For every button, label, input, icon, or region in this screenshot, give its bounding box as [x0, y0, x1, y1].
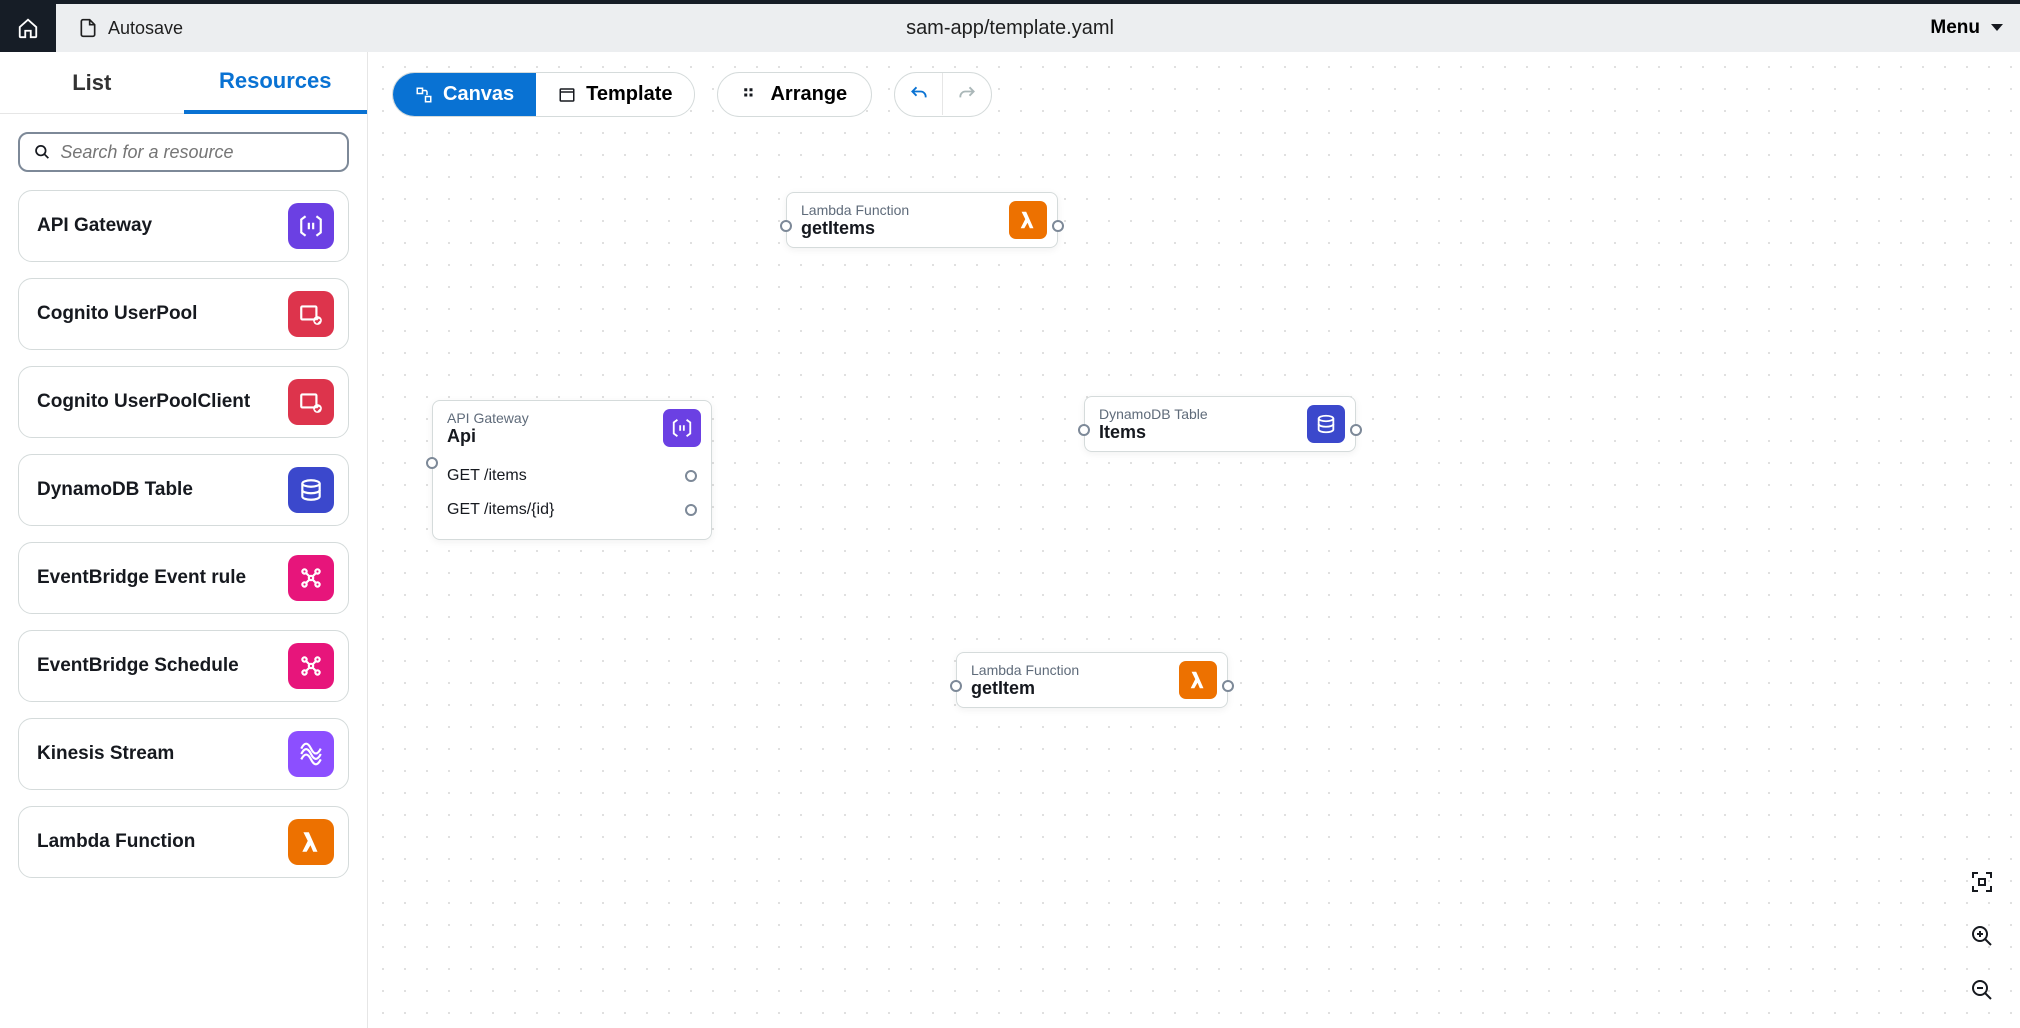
resource-item[interactable]: Cognito UserPoolClient: [18, 366, 349, 438]
zoom-in-button[interactable]: [1964, 918, 2000, 954]
resource-label: Cognito UserPoolClient: [37, 391, 250, 413]
home-button[interactable]: [0, 4, 56, 52]
node-type: DynamoDB Table: [1099, 406, 1295, 422]
api-route[interactable]: GET /items/{id}: [447, 493, 697, 527]
resource-item[interactable]: EventBridge Schedule: [18, 630, 349, 702]
canvas-tab-button[interactable]: Canvas: [393, 73, 536, 116]
resource-icon: [288, 819, 334, 865]
resource-label: EventBridge Schedule: [37, 655, 239, 677]
home-icon: [17, 17, 39, 39]
resource-label: Kinesis Stream: [37, 743, 174, 765]
autosave-label: Autosave: [108, 18, 183, 39]
resource-item[interactable]: EventBridge Event rule: [18, 542, 349, 614]
node-api[interactable]: API Gateway Api GET /items GET /items/{id…: [432, 400, 712, 540]
template-tab-label: Template: [586, 83, 672, 106]
lambda-icon: [1009, 201, 1047, 239]
node-name: getItem: [971, 678, 1167, 699]
resource-icon: [288, 467, 334, 513]
fit-icon: [1970, 870, 1994, 894]
node-getitems[interactable]: Lambda Function getItems: [786, 192, 1058, 248]
resource-item[interactable]: Kinesis Stream: [18, 718, 349, 790]
node-items-table[interactable]: DynamoDB Table Items: [1084, 396, 1356, 452]
lambda-icon: [1179, 661, 1217, 699]
route-label: GET /items/{id}: [447, 501, 554, 519]
node-getitem[interactable]: Lambda Function getItem: [956, 652, 1228, 708]
search-icon: [34, 143, 50, 161]
redo-button[interactable]: [943, 73, 991, 115]
arrange-label: Arrange: [770, 83, 847, 106]
zoom-out-icon: [1970, 978, 1994, 1002]
template-icon: [558, 86, 576, 104]
zoom-out-button[interactable]: [1964, 972, 2000, 1008]
resource-item[interactable]: Lambda Function: [18, 806, 349, 878]
zoom-in-icon: [1970, 924, 1994, 948]
sidebar: List Resources API Gateway Cognito UserP…: [0, 52, 368, 1028]
node-name: getItems: [801, 218, 997, 239]
undo-icon: [909, 84, 929, 104]
redo-icon: [957, 84, 977, 104]
fit-button[interactable]: [1964, 864, 2000, 900]
tab-resources[interactable]: Resources: [184, 52, 368, 114]
resource-label: EventBridge Event rule: [37, 567, 246, 589]
file-title: sam-app/template.yaml: [906, 17, 1114, 40]
resource-label: API Gateway: [37, 215, 152, 237]
node-type: API Gateway: [447, 410, 651, 426]
route-label: GET /items: [447, 467, 527, 485]
menu-label: Menu: [1930, 17, 1980, 39]
resource-label: Cognito UserPool: [37, 303, 197, 325]
route-port[interactable]: [685, 504, 697, 516]
autosave-indicator: Autosave: [78, 18, 183, 39]
arrange-icon: [742, 86, 760, 104]
arrange-button[interactable]: Arrange: [717, 72, 872, 117]
resource-icon: [288, 731, 334, 777]
tab-list[interactable]: List: [0, 52, 184, 114]
api-route[interactable]: GET /items: [447, 459, 697, 493]
resource-icon: [288, 555, 334, 601]
api-gateway-icon: [663, 409, 701, 447]
file-icon: [78, 18, 98, 38]
template-tab-button[interactable]: Template: [536, 73, 694, 116]
resource-item[interactable]: DynamoDB Table: [18, 454, 349, 526]
dot-grid: [368, 52, 2020, 1028]
resource-icon: [288, 291, 334, 337]
resource-label: Lambda Function: [37, 831, 195, 853]
resource-item[interactable]: Cognito UserPool: [18, 278, 349, 350]
resource-label: DynamoDB Table: [37, 479, 193, 501]
chevron-down-icon: [1990, 23, 2004, 33]
node-type: Lambda Function: [801, 202, 997, 218]
node-type: Lambda Function: [971, 662, 1167, 678]
canvas-area[interactable]: Canvas Template Arrange: [368, 52, 2020, 1028]
route-port[interactable]: [685, 470, 697, 482]
menu-button[interactable]: Menu: [1930, 17, 2004, 39]
resource-item[interactable]: API Gateway: [18, 190, 349, 262]
search-input[interactable]: [60, 142, 333, 163]
resource-icon: [288, 379, 334, 425]
undo-button[interactable]: [895, 73, 943, 115]
canvas-tab-label: Canvas: [443, 83, 514, 106]
resource-icon: [288, 203, 334, 249]
canvas-icon: [415, 86, 433, 104]
node-name: Items: [1099, 422, 1295, 443]
search-box[interactable]: [18, 132, 349, 172]
node-name: Api: [447, 426, 651, 447]
dynamodb-icon: [1307, 405, 1345, 443]
resource-icon: [288, 643, 334, 689]
